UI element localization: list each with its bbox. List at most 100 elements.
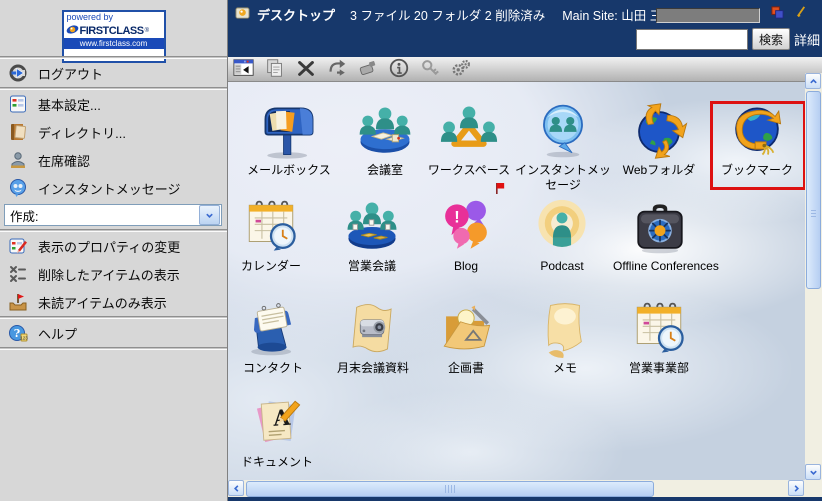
page-title: デスクトップ xyxy=(257,5,335,24)
sidebar-item-help[interactable]: ?123 ヘルプ xyxy=(0,319,227,347)
unread-items-icon xyxy=(8,292,28,312)
chevron-down-icon[interactable] xyxy=(199,205,220,225)
web-folder-icon xyxy=(612,100,706,160)
desktop-item-proposal[interactable]: 企画書 xyxy=(419,298,513,376)
sidebar-item-label: ログアウト xyxy=(38,64,103,83)
scroll-left-button[interactable] xyxy=(228,480,244,496)
sidebar-item-presence[interactable]: 在席確認 xyxy=(0,146,227,174)
layers-icon[interactable] xyxy=(771,6,784,22)
toolbar-delete-button[interactable] xyxy=(294,57,318,81)
desktop-item-blog[interactable]: !Blog xyxy=(419,196,513,274)
blog-icon: ! xyxy=(419,196,513,256)
create-combobox-label: 作成: xyxy=(10,206,38,225)
scroll-up-button[interactable] xyxy=(805,73,821,89)
desktop-item-label: Podcast xyxy=(515,259,609,274)
desktop-item-label: 企画書 xyxy=(419,361,513,376)
desktop-item-label: Webフォルダ xyxy=(612,163,706,178)
toolbar-approve-button[interactable] xyxy=(356,57,380,81)
calendar-clock-icon xyxy=(228,196,318,256)
desktop-item-contacts[interactable]: コンタクト xyxy=(228,298,320,376)
desktop-item-instant-message[interactable]: インスタントメッセージ xyxy=(514,100,612,193)
svg-text:!: ! xyxy=(454,208,459,226)
bottom-border xyxy=(228,497,822,501)
vertical-scroll-thumb[interactable] xyxy=(806,91,821,289)
logo-registered-mark: ® xyxy=(145,28,149,34)
sidebar-item-label: 基本設定... xyxy=(38,95,101,114)
scroll-right-button[interactable] xyxy=(788,480,804,496)
desktop-item-memo[interactable]: メモ xyxy=(518,298,612,376)
workspace-icon xyxy=(422,100,516,160)
desktop-item-label: カレンダー xyxy=(228,259,318,274)
sidebar-menu: ログアウト基本設定... ディレクトリ... 在席確認インスタントメッセージ作成: 表… xyxy=(0,56,227,350)
desktop-item-label: Offline Conferences xyxy=(613,259,707,274)
create-combobox[interactable]: 作成: xyxy=(4,204,222,226)
sidebar-item-instant-message[interactable]: インスタントメッセージ xyxy=(0,174,227,202)
desktop-item-podcast[interactable]: Podcast xyxy=(515,196,609,274)
scroll-down-button[interactable] xyxy=(805,464,821,480)
conference-icon xyxy=(338,100,432,160)
desktop-item-web-folder[interactable]: Webフォルダ xyxy=(612,100,706,178)
delete-icon xyxy=(295,57,317,82)
desktop-item-label: 営業会議 xyxy=(325,259,419,274)
toolbar xyxy=(228,57,822,82)
sidebar-item-label: インスタントメッセージ xyxy=(38,179,180,198)
sidebar-item-show-deleted[interactable]: 削除したアイテムの表示 xyxy=(0,260,227,288)
sidebar-item-directory[interactable]: ディレクトリ... xyxy=(0,118,227,146)
advanced-search-link[interactable]: 詳細 xyxy=(794,30,820,49)
toolbar-copy-button[interactable] xyxy=(263,57,287,81)
sales-meeting-icon xyxy=(325,196,419,256)
presence-icon xyxy=(8,150,28,170)
desktop-icon xyxy=(235,6,250,24)
toolbar-view-panel-button[interactable] xyxy=(232,57,256,81)
desktop-item-bookmarks[interactable]: ブックマーク xyxy=(710,100,804,178)
edit-pen-icon[interactable] xyxy=(795,5,808,21)
desktop-item-label: メールボックス xyxy=(242,163,336,178)
sidebar-item-display-properties[interactable]: 表示のプロパティの変更 xyxy=(0,232,227,260)
desktop-item-offline-conferences[interactable]: Offline Conferences xyxy=(613,196,707,274)
desktop-item-mailbox[interactable]: メールボックス xyxy=(242,100,336,178)
item-counts: 3 ファイル 20 フォルダ 2 削除済み xyxy=(350,5,545,24)
logo-area: powered by FIRSTCLASS ® www.firstclass.c… xyxy=(0,0,227,63)
search-button[interactable]: 検索 xyxy=(752,28,790,50)
desktop-item-label: メモ xyxy=(518,361,612,376)
mailbox-icon xyxy=(242,100,336,160)
proposal-icon xyxy=(419,298,513,358)
sidebar-item-logout[interactable]: ログアウト xyxy=(0,59,227,87)
chevron-up-icon xyxy=(809,74,818,89)
bookmark-icon xyxy=(710,100,804,160)
toolbar-forward-button[interactable] xyxy=(325,57,349,81)
desktop-item-calendar[interactable]: カレンダー xyxy=(228,196,318,274)
desktop-area: メールボックス会議室ワークスペースインスタントメッセージWebフォルダブックマー… xyxy=(228,82,805,480)
sidebar-combo-row: 作成: xyxy=(0,202,227,229)
sidebar-item-label: ヘルプ xyxy=(38,324,77,343)
toolbar-settings-button[interactable] xyxy=(449,57,473,81)
toolbar-info-button[interactable] xyxy=(387,57,411,81)
desktop-item-label: コンタクト xyxy=(228,361,320,376)
desktop-item-documents[interactable]: Aドキュメント xyxy=(230,392,324,470)
svg-text:123: 123 xyxy=(20,336,28,341)
document-icon: A xyxy=(230,392,324,452)
sidebar-item-preferences[interactable]: 基本設定... xyxy=(0,90,227,118)
sidebar-item-label: 在席確認 xyxy=(38,151,90,170)
main-pane: デスクトップ 3 ファイル 20 フォルダ 2 削除済み Main Site: … xyxy=(228,0,822,501)
title-row: デスクトップ 3 ファイル 20 フォルダ 2 削除済み Main Site: … xyxy=(235,5,675,24)
vertical-scrollbar[interactable] xyxy=(805,73,822,480)
window-header: デスクトップ 3 ファイル 20 フォルダ 2 削除済み Main Site: … xyxy=(228,0,822,57)
horizontal-scrollbar[interactable] xyxy=(228,480,822,497)
search-input[interactable] xyxy=(636,29,748,50)
sidebar-item-unread-only[interactable]: 未読アイテムのみ表示 xyxy=(0,288,227,316)
meeting-materials-icon xyxy=(326,298,420,358)
help-icon: ?123 xyxy=(8,323,28,343)
sidebar-item-label: 未読アイテムのみ表示 xyxy=(38,293,167,312)
display-properties-icon xyxy=(8,236,28,256)
desktop-item-sales-department[interactable]: 営業事業部 xyxy=(612,298,706,376)
logo-url: www.firstclass.com xyxy=(64,38,164,49)
contacts-icon xyxy=(228,298,320,358)
desktop-item-workspace[interactable]: ワークスペース xyxy=(422,100,516,178)
desktop-item-conference-room[interactable]: 会議室 xyxy=(338,100,432,178)
desktop-item-sales-meeting[interactable]: 営業会議 xyxy=(325,196,419,274)
desktop-item-monthly-meeting-materials[interactable]: 月末会議資料 xyxy=(326,298,420,376)
department-calendar-icon xyxy=(612,298,706,358)
horizontal-scroll-thumb[interactable] xyxy=(246,481,654,497)
toolbar-permissions-button[interactable] xyxy=(418,57,442,81)
